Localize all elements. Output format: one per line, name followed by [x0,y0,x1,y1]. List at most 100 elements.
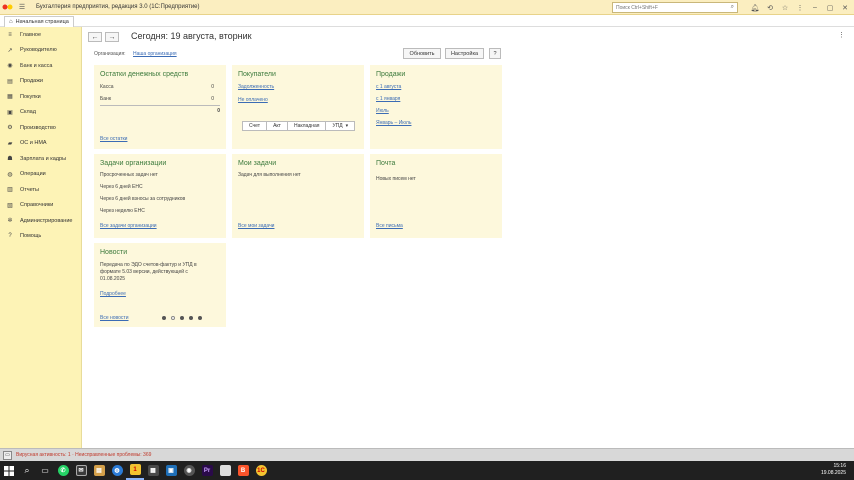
pager-dot[interactable] [189,316,193,320]
search-input[interactable] [616,4,716,11]
buyers-panel: Покупатели Задолженность Не оплачено Сче… [232,65,364,149]
more-options-icon[interactable]: ⋮ [838,31,845,39]
sidebar-item-director[interactable]: ↗ Руководителю [0,43,81,59]
all-my-tasks-link[interactable]: Все мои задачи [238,223,274,229]
settings-button[interactable]: Настройка [445,48,484,59]
news-text-line: Передача по ЭДО счетов-фактур и УПД в [100,262,197,268]
page-title: Сегодня: 19 августа, вторник [131,31,252,41]
start-button[interactable] [0,461,18,480]
sidebar-item-purchases[interactable]: ▦ Покупки [0,89,81,105]
menu-dots-icon[interactable]: ⋮ [793,0,807,15]
sidebar-item-operations[interactable]: ◍ Операции [0,167,81,183]
taskbar-app-brave[interactable]: B [234,461,252,480]
invoice-button[interactable]: Счет [242,121,268,131]
task-item: Просроченных задач нет [100,172,158,178]
sidebar-item-label: Помощь [20,233,42,240]
chart-line-icon: ↗ [7,47,13,54]
warehouse-icon: ▣ [7,109,13,116]
news-more-link[interactable]: Подробнее [100,291,126,297]
bank-row-label: Банк [100,96,112,102]
unpaid-link[interactable]: Не оплачено [238,97,268,103]
pager-dot-active[interactable] [171,316,175,320]
clock-time: 15:16 [833,463,846,469]
all-org-tasks-link[interactable]: Все задачи организации [100,223,157,229]
sidebar-item-assets[interactable]: ▰ ОС и НМА [0,136,81,152]
all-balances-link[interactable]: Все остатки [100,136,127,142]
panel-title: Остатки денежных средств [100,71,189,78]
document-buttons: Счет Акт Накладная УПД ▾ [242,121,356,131]
taskbar-app-1c[interactable]: 1 [126,461,144,480]
star-icon[interactable]: ☆ [778,0,792,15]
pager-dot[interactable] [162,316,166,320]
search-icon[interactable]: ⌕ [731,4,734,11]
minimize-icon[interactable]: – [808,0,822,15]
taskbar-app-archive[interactable]: ▤ [90,461,108,480]
taskbar-app-1c-second[interactable]: 1C [252,461,270,480]
back-button[interactable]: ← [88,32,102,42]
sales-panel: Продажи с 1 августа с 1 января Июль Янва… [370,65,502,149]
search-box[interactable]: ⌕ [612,2,738,13]
sales-since-january-link[interactable]: с 1 января [376,96,400,102]
status-message[interactable]: Вирусная активность: 1 · Неисправленные … [16,452,151,458]
sidebar-item-salary[interactable]: ☗ Зарплата и кадры [0,151,81,167]
news-panel: Новости Передача по ЭДО счетов-фактур и … [94,243,226,327]
maximize-icon[interactable]: ▢ [823,0,837,15]
sidebar-item-production[interactable]: ⚙ Производство [0,120,81,136]
whatsapp-icon: ✆ [57,465,69,476]
all-news-link[interactable]: Все новости [100,315,129,321]
cash-total-value: 0 [217,108,220,114]
sales-since-august-link[interactable]: с 1 августа [376,84,401,90]
all-mail-link[interactable]: Все письма [376,223,403,229]
forward-button[interactable]: → [105,32,119,42]
taskbar-app-camera[interactable]: ◉ [180,461,198,480]
window-app-icon: ▣ [165,465,177,476]
taskbar-app-globe[interactable]: ◍ [108,461,126,480]
pager-dot[interactable] [180,316,184,320]
search-icon: ⌕ [24,465,30,475]
mail-icon: ✉ [75,465,87,476]
debt-link[interactable]: Задолженность [238,84,274,90]
status-window-icon[interactable]: ▭ [3,450,12,460]
sidebar-item-admin[interactable]: ✲ Администрирование [0,213,81,229]
sidebar-item-bank[interactable]: ◉ Банк и касса [0,58,81,74]
sales-jan-jul-link[interactable]: Январь – Июль [376,120,411,126]
sidebar-item-sales[interactable]: ▤ Продажи [0,74,81,90]
taskbar-app-premiere[interactable]: Pr [198,461,216,480]
bank-row-value: 0 [211,96,214,102]
sales-july-link[interactable]: Июль [376,108,389,114]
pager-dot[interactable] [198,316,202,320]
taskbar-app-mail[interactable]: ✉ [72,461,90,480]
title-bar: ☰ Бухгалтерия предприятия, редакция 3.0 … [0,0,854,15]
taskbar-app-whatsapp[interactable]: ✆ [54,461,72,480]
tab-home-page[interactable]: ⌂ Начальная страница [4,16,74,27]
sidebar-item-catalogs[interactable]: ▧ Справочники [0,198,81,214]
reports-icon: ▥ [7,187,13,194]
taskbar-app-document[interactable] [216,461,234,480]
close-icon[interactable]: ✕ [838,0,852,15]
assets-icon: ▰ [7,140,13,147]
sidebar-item-help[interactable]: ? Помощь [0,229,81,245]
refresh-button[interactable]: Обновить [403,48,441,59]
sidebar-item-warehouse[interactable]: ▣ Склад [0,105,81,121]
system-clock[interactable]: 15:16 19.08.2025 [821,463,846,477]
sidebar-item-reports[interactable]: ▥ Отчеты [0,182,81,198]
main-menu-icon[interactable]: ☰ [16,0,28,15]
help-button[interactable]: ? [489,48,501,59]
search-taskbar-button[interactable]: ⌕ [18,461,36,480]
sidebar-item-main[interactable]: ≡ Главное [0,27,81,43]
cash-balances-panel: Остатки денежных средств Касса 0 Банк 0 … [94,65,226,149]
waybill-button[interactable]: Накладная [286,121,327,131]
taskbar-app-window[interactable]: ▣ [162,461,180,480]
sidebar-item-label: Продажи [20,78,43,85]
upd-button[interactable]: УПД ▾ [325,121,356,131]
cart-icon: ▤ [7,78,13,85]
history-icon[interactable]: ⟲ [763,0,777,15]
taskbar-app-calc[interactable]: ▦ [144,461,162,480]
act-button[interactable]: Акт [266,121,288,131]
organization-link[interactable]: Наша организация [133,51,177,57]
news-pager [162,316,207,320]
bell-icon[interactable]: 🔔︎ [748,0,762,15]
sidebar: ≡ Главное ↗ Руководителю ◉ Банк и касса ▤ Пр… [0,27,82,448]
task-view-button[interactable]: ▭ [36,461,54,480]
brave-icon: B [237,465,249,476]
